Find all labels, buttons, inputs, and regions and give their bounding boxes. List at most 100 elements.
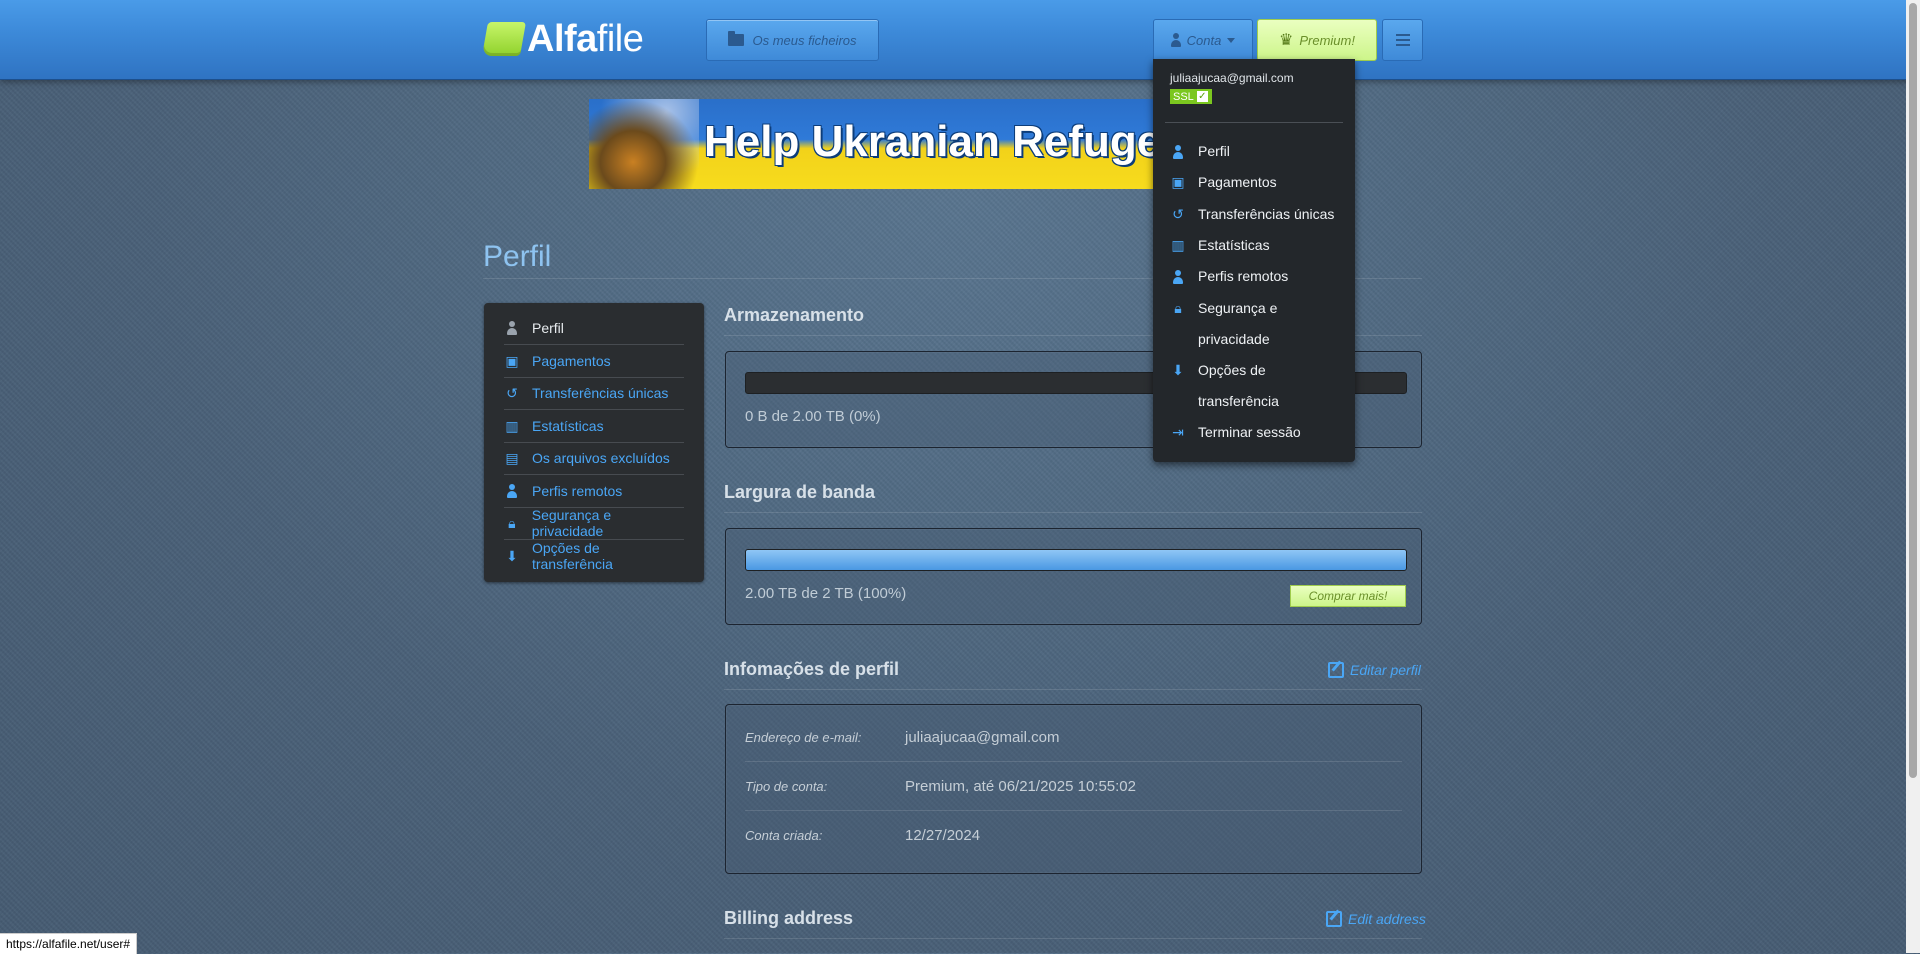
sidebar-item-label: Opções de transferência xyxy=(531,540,613,572)
my-files-label: Os meus ficheiros xyxy=(752,32,857,48)
edit-profile-link[interactable]: Editar perfil xyxy=(1328,662,1421,678)
profile-info-panel: Endereço de e-mail: juliaajucaa@gmail.co… xyxy=(725,704,1422,874)
sidebar-item-label: Estatísticas xyxy=(532,418,604,434)
dropdown-item-label: Transferências únicas xyxy=(1198,206,1335,222)
edit-address-label: Edit address xyxy=(1348,911,1426,927)
person-icon xyxy=(504,320,520,336)
info-value: Premium, até 06/21/2025 10:55:02 xyxy=(905,777,1136,795)
scrollbar-thumb[interactable] xyxy=(1909,3,1917,778)
history-icon: ↺ xyxy=(506,384,518,401)
info-label: Tipo de conta: xyxy=(745,778,828,794)
logo-mark-icon xyxy=(482,22,526,56)
sidebar-item-perfil[interactable]: Perfil xyxy=(504,312,684,345)
sidebar-item-pagamentos[interactable]: ▣ Pagamentos xyxy=(504,345,684,378)
dropdown-item-label: Estatísticas xyxy=(1198,237,1270,253)
checkmark-icon: ✓ xyxy=(1196,91,1208,102)
edit-address-link[interactable]: Edit address xyxy=(1326,911,1426,927)
download-icon: ⬇ xyxy=(506,547,518,564)
edit-profile-label: Editar perfil xyxy=(1350,662,1421,678)
dropdown-item-seguranca[interactable]: 🔒︎ Segurança e privacidade xyxy=(1170,293,1277,355)
alfafile-logo[interactable]: Alfafile xyxy=(482,18,644,60)
info-label: Endereço de e-mail: xyxy=(745,729,862,745)
info-row-email: Endereço de e-mail: juliaajucaa@gmail.co… xyxy=(745,713,1402,762)
page-title: Perfil xyxy=(483,240,552,273)
dropdown-item-label: Opções de transferência xyxy=(1198,362,1279,409)
logo-text: Alfafile xyxy=(527,18,644,60)
download-icon: ⬇ xyxy=(1172,362,1184,378)
bandwidth-panel: 2.00 TB de 2 TB (100%) Comprar mais! xyxy=(725,528,1422,625)
account-email: juliaajucaa@gmail.com xyxy=(1170,71,1294,85)
profile-info-title: Infomações de perfil xyxy=(724,659,900,679)
storage-usage-text: 0 B de 2.00 TB (0%) xyxy=(745,408,881,425)
buy-more-button[interactable]: Comprar mais! xyxy=(1290,585,1406,607)
caret-down-icon xyxy=(1227,37,1236,43)
list-menu-icon xyxy=(1395,31,1410,49)
dropdown-item-label: Segurança e privacidade xyxy=(1198,300,1278,347)
top-navbar: Alfafile Os meus ficheiros Conta ♛ Premi… xyxy=(0,0,1920,80)
premium-label: Premium! xyxy=(1299,32,1355,48)
logout-icon: ⇥ xyxy=(1172,424,1184,440)
edit-icon xyxy=(1328,662,1344,678)
sidebar-item-label: Perfil xyxy=(532,320,564,336)
divider xyxy=(724,938,1422,939)
banner-image xyxy=(589,99,699,189)
history-icon: ↺ xyxy=(1172,206,1184,222)
my-files-button[interactable]: Os meus ficheiros xyxy=(706,19,879,61)
sidebar-item-perfis-remotos[interactable]: Perfis remotos xyxy=(504,475,684,508)
wallet-icon: ▣ xyxy=(505,352,519,369)
info-value: 12/27/2024 xyxy=(905,826,981,844)
ssl-label: SSL xyxy=(1173,90,1194,103)
divider xyxy=(1165,122,1343,123)
bar-chart-icon: ▥ xyxy=(1171,237,1185,253)
dropdown-item-logout[interactable]: ⇥ Terminar sessão xyxy=(1170,417,1301,448)
menu-button[interactable] xyxy=(1382,19,1423,61)
ukraine-banner[interactable]: Help Ukranian Refugees xyxy=(589,99,1154,189)
lock-icon: 🔒︎ xyxy=(508,514,516,531)
bandwidth-title: Largura de banda xyxy=(724,482,876,502)
user-icon xyxy=(1170,33,1181,47)
dropdown-item-label: Perfis remotos xyxy=(1198,268,1289,284)
info-row-account-type: Tipo de conta: Premium, até 06/21/2025 1… xyxy=(745,762,1402,811)
account-label: Conta xyxy=(1186,32,1222,48)
wallet-icon: ▣ xyxy=(1171,174,1185,190)
divider xyxy=(724,689,1422,690)
bandwidth-progress-fill xyxy=(746,550,1406,570)
dropdown-item-perfis-remotos[interactable]: Perfis remotos xyxy=(1170,261,1288,292)
bar-chart-icon: ▥ xyxy=(505,417,519,434)
ssl-badge: SSL ✓ xyxy=(1170,89,1212,104)
page-scrollbar[interactable] xyxy=(1906,0,1920,953)
dropdown-item-transferencias[interactable]: ↺ Transferências únicas xyxy=(1170,199,1334,230)
crown-icon: ♛ xyxy=(1279,32,1294,49)
person-icon xyxy=(1170,136,1186,167)
sidebar-item-transferencias[interactable]: ↺ Transferências únicas xyxy=(504,377,684,410)
sidebar-item-label: Os arquivos excluídos xyxy=(532,450,670,466)
account-dropdown-menu: juliaajucaa@gmail.com SSL ✓ Perfil ▣ Pag… xyxy=(1153,59,1355,462)
account-button[interactable]: Conta xyxy=(1153,19,1253,61)
sidebar-item-label: Pagamentos xyxy=(532,353,611,369)
sidebar-item-estatisticas[interactable]: ▥ Estatísticas xyxy=(504,410,684,443)
bandwidth-progress-bar xyxy=(745,549,1407,571)
sidebar-item-opcoes-transferencia[interactable]: ⬇ Opções de transferência xyxy=(504,540,684,572)
billing-title: Billing address xyxy=(724,908,854,928)
premium-button[interactable]: ♛ Premium! xyxy=(1257,19,1377,61)
storage-title: Armazenamento xyxy=(724,305,865,325)
sidebar-item-label: Transferências únicas xyxy=(532,385,669,401)
dropdown-item-label: Pagamentos xyxy=(1198,174,1277,190)
remote-user-icon xyxy=(504,483,520,499)
remote-user-icon xyxy=(1170,261,1186,292)
divider xyxy=(724,512,1422,513)
banner-text: Help Ukranian Refugees xyxy=(704,117,1154,166)
dropdown-item-pagamentos[interactable]: ▣ Pagamentos xyxy=(1170,167,1277,198)
dropdown-item-perfil[interactable]: Perfil xyxy=(1170,136,1230,167)
sidebar-item-seguranca[interactable]: 🔒︎ Segurança e privacidade xyxy=(504,507,684,540)
info-row-created: Conta criada: 12/27/2024 xyxy=(745,811,1402,859)
folder-icon xyxy=(728,31,745,46)
lock-icon: 🔒︎ xyxy=(1174,300,1182,316)
sidebar-item-arquivos-excluidos[interactable]: ▤ Os arquivos excluídos xyxy=(504,442,684,475)
sidebar-item-label: Perfis remotos xyxy=(532,483,623,499)
sidebar-item-label: Segurança e privacidade xyxy=(531,507,612,539)
edit-icon xyxy=(1326,911,1342,927)
dropdown-item-label: Terminar sessão xyxy=(1198,424,1301,440)
dropdown-item-estatisticas[interactable]: ▥ Estatísticas xyxy=(1170,230,1270,261)
dropdown-item-opcoes-transferencia[interactable]: ⬇ Opções de transferência xyxy=(1170,355,1279,417)
